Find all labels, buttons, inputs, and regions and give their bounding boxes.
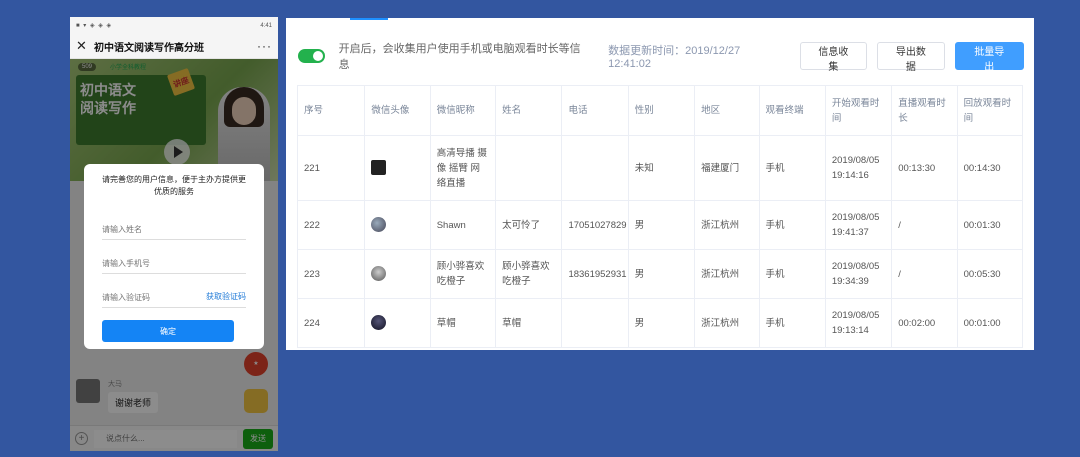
toggle-knob (312, 51, 323, 61)
viewer-table: 序号 微信头像 微信昵称 姓名 电话 性别 地区 观看终端 开始观看时间 直播观… (296, 85, 1024, 348)
cell-name: 顾小骅喜欢吃橙子 (495, 249, 563, 299)
cell-id: 222 (296, 200, 366, 250)
cell-avatar (364, 249, 431, 299)
code-field: 获取验证码 (102, 274, 246, 308)
col-terminal: 观看终端 (758, 85, 826, 136)
update-time: 数据更新时间：2019/12/27 12:41:02 (608, 45, 741, 70)
col-region: 地区 (694, 85, 760, 136)
cell-live-duration: 00:02:00 (891, 298, 958, 348)
active-tab-indicator (350, 18, 388, 20)
col-phone: 电话 (561, 85, 629, 136)
mobile-preview: ■ ▾ ◈ ◈ ◈ 4:41 ✕ 初中语文阅读写作高分班 ··· 509 小学全… (70, 17, 278, 451)
cell-avatar (364, 135, 431, 201)
cell-start-time: 2019/08/05 19:34:39 (824, 249, 893, 299)
col-name: 姓名 (495, 85, 563, 136)
avatar (371, 217, 387, 233)
cell-gender: 男 (627, 200, 696, 250)
close-icon[interactable]: ✕ (76, 38, 92, 54)
col-gender: 性别 (627, 85, 696, 136)
cell-live-duration: / (891, 249, 958, 299)
cell-phone: 17051027829 (561, 200, 629, 250)
status-time: 4:41 (260, 22, 272, 29)
export-data-button[interactable]: 导出数据 (877, 42, 945, 73)
get-code-link[interactable]: 获取验证码 (206, 291, 246, 302)
col-nickname: 微信昵称 (429, 85, 497, 136)
table-header: 序号 微信头像 微信昵称 姓名 电话 性别 地区 观看终端 开始观看时间 直播观… (296, 85, 1024, 136)
cell-gender: 未知 (627, 135, 696, 201)
collect-toggle[interactable] (298, 49, 325, 63)
cell-live-duration: / (891, 200, 958, 250)
viewer-data-panel: 开启后，会收集用户使用手机或电脑观看时长等信息 数据更新时间：2019/12/2… (286, 18, 1034, 350)
cell-replay-duration: 00:14:30 (956, 135, 1024, 201)
col-avatar: 微信头像 (364, 85, 431, 136)
toggle-hint: 开启后，会收集用户使用手机或电脑观看时长等信息 (338, 43, 581, 71)
cell-live-duration: 00:13:30 (891, 135, 958, 201)
table-row: 223 顾小骅喜欢吃橙子 顾小骅喜欢吃橙子 18361952931 男 浙江杭州… (296, 249, 1024, 299)
cell-nickname: Shawn (429, 200, 497, 250)
cell-id: 223 (296, 249, 366, 299)
cell-region: 浙江杭州 (694, 298, 760, 348)
cell-nickname: 顾小骅喜欢吃橙子 (429, 249, 497, 299)
cell-name (495, 135, 563, 201)
cell-nickname: 高清导播 摄像 摇臂 网络直播 (429, 135, 497, 201)
user-info-modal: 请完善您的用户信息，便于主办方提供更优质的服务 获取验证码 确定 (84, 164, 264, 349)
cell-avatar (364, 298, 431, 348)
cell-region: 福建厦门 (694, 135, 760, 201)
col-replay-duration: 回放观看时间 (956, 85, 1024, 136)
cell-name: 太可怜了 (495, 200, 563, 250)
avatar (371, 315, 387, 331)
cell-id: 221 (296, 135, 366, 201)
table-row: 221 高清导播 摄像 摇臂 网络直播 未知 福建厦门 手机 2019/08/0… (296, 135, 1024, 201)
table-row: 224 草帽 草帽 男 浙江杭州 手机 2019/08/05 19:13:14 … (296, 298, 1024, 348)
batch-export-button[interactable]: 批量导出 (954, 42, 1025, 73)
phone-field (102, 240, 246, 274)
cell-region: 浙江杭州 (694, 249, 760, 299)
cell-replay-duration: 00:01:00 (956, 298, 1024, 348)
confirm-button[interactable]: 确定 (102, 320, 234, 342)
avatar (371, 266, 387, 282)
cell-start-time: 2019/08/05 19:41:37 (824, 200, 893, 250)
cell-terminal: 手机 (758, 298, 826, 348)
cell-gender: 男 (627, 298, 696, 348)
page-title: 初中语文阅读写作高分班 (94, 42, 204, 54)
cell-start-time: 2019/08/05 19:14:16 (824, 135, 893, 201)
cell-name: 草帽 (495, 298, 563, 348)
col-start-time: 开始观看时间 (824, 85, 893, 136)
info-collect-button[interactable]: 信息收集 (799, 42, 868, 73)
cell-gender: 男 (627, 249, 696, 299)
more-icon[interactable]: ··· (257, 39, 272, 53)
cell-start-time: 2019/08/05 19:13:14 (824, 298, 893, 348)
col-live-duration: 直播观看时长 (891, 85, 958, 136)
table-row: 222 Shawn 太可怜了 17051027829 男 浙江杭州 手机 201… (296, 200, 1024, 250)
phone-input[interactable] (102, 259, 246, 268)
cell-terminal: 手机 (758, 249, 826, 299)
status-icons: ■ ▾ ◈ ◈ ◈ (76, 23, 113, 29)
cell-nickname: 草帽 (429, 298, 497, 348)
cell-phone: 18361952931 (561, 249, 629, 299)
name-input[interactable] (102, 225, 246, 234)
status-bar: ■ ▾ ◈ ◈ ◈ 4:41 (70, 17, 278, 34)
name-field (102, 206, 246, 240)
avatar (371, 160, 387, 176)
cell-phone (561, 135, 629, 201)
cell-region: 浙江杭州 (694, 200, 760, 250)
cell-id: 224 (296, 298, 366, 348)
cell-terminal: 手机 (758, 135, 826, 201)
cell-phone (561, 298, 629, 348)
col-id: 序号 (296, 85, 366, 136)
modal-title: 请完善您的用户信息，便于主办方提供更优质的服务 (102, 175, 246, 196)
cell-replay-duration: 00:01:30 (956, 200, 1024, 250)
title-bar: ✕ 初中语文阅读写作高分班 ··· (70, 34, 278, 59)
toolbar: 开启后，会收集用户使用手机或电脑观看时长等信息 数据更新时间：2019/12/2… (298, 42, 1025, 73)
cell-terminal: 手机 (758, 200, 826, 250)
cell-replay-duration: 00:05:30 (956, 249, 1024, 299)
cell-avatar (364, 200, 431, 250)
